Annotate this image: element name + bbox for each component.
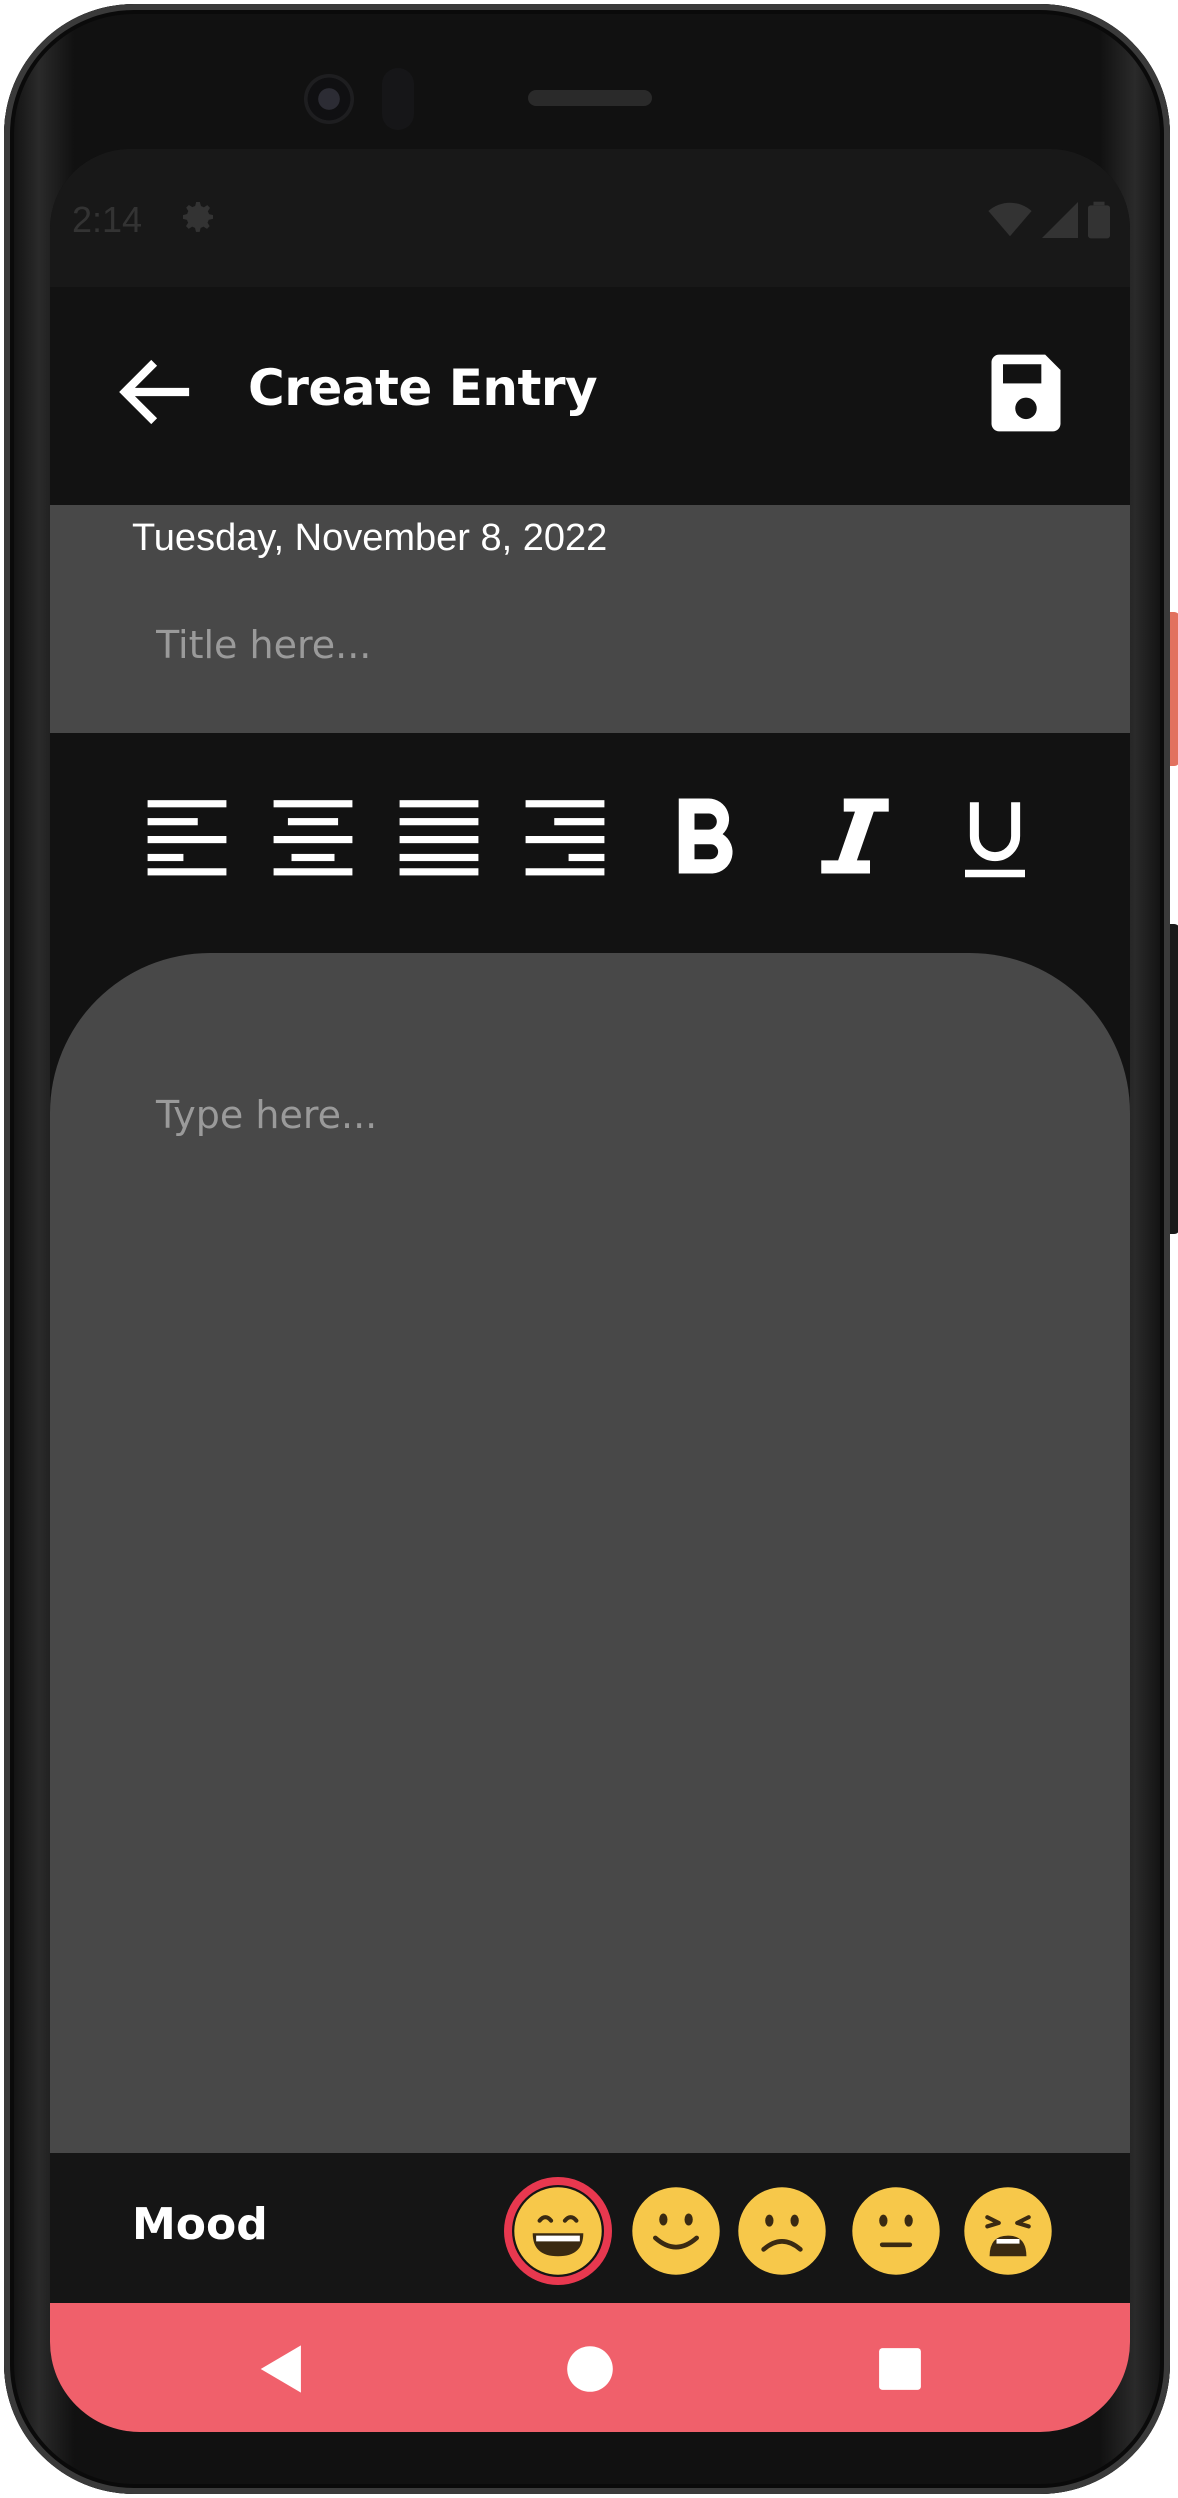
status-time: 2:14 [72,199,143,240]
status-icons [988,201,1110,239]
weary-face-icon [964,2187,1052,2275]
wifi-icon [988,202,1032,237]
back-triangle-icon [260,2345,301,2393]
nav-home-button[interactable] [558,2337,622,2401]
underline-button[interactable] [950,781,1040,891]
nav-back-button[interactable] [250,2337,314,2401]
underline-icon [965,802,1025,878]
nav-recents-button[interactable] [868,2337,932,2401]
settings-icon [178,197,218,237]
align-right-icon [525,800,605,876]
frowning-face-icon [738,2187,826,2275]
mood-smiling[interactable] [630,2185,722,2277]
align-justify-button[interactable] [394,781,484,891]
italic-button[interactable] [810,781,900,891]
status-bar: 2:14 [50,149,1130,287]
arrow-left-icon [119,359,190,425]
earpiece-speaker [528,90,652,106]
bold-button[interactable] [660,781,750,891]
neutral-face-icon [852,2187,940,2275]
body-input[interactable] [132,1093,1100,2073]
top-app-bar: Create Entry [50,287,1130,505]
align-right-button[interactable] [520,781,610,891]
phone-frame: 2:14 Create Entry Tuesday, November 8, 2… [4,4,1178,2494]
mood-neutral[interactable] [850,2185,942,2277]
system-nav-bar [50,2303,1130,2432]
align-left-icon [147,800,227,876]
grinning-face-icon [514,2187,602,2275]
align-left-button[interactable] [142,781,232,891]
mood-label: Mood [132,2199,268,2250]
align-center-icon [273,800,353,876]
entry-date: Tuesday, November 8, 2022 [132,517,608,559]
format-toolbar [50,733,1130,953]
align-center-button[interactable] [268,781,358,891]
italic-icon [821,798,889,874]
mood-grinning[interactable] [512,2185,604,2277]
mood-frowning[interactable] [736,2185,828,2277]
entry-header-panel: Tuesday, November 8, 2022 [50,505,1130,733]
back-button[interactable] [110,347,200,437]
home-circle-icon [567,2346,613,2392]
mood-weary[interactable] [962,2185,1054,2277]
front-camera [304,74,354,124]
smiling-face-icon [632,2187,720,2275]
entry-body-panel [50,953,1130,2153]
power-button [1170,612,1178,766]
title-input[interactable] [132,605,1080,685]
recents-square-icon [879,2348,921,2390]
volume-button [1170,924,1178,1234]
face-sensor [382,68,414,130]
save-button[interactable] [980,347,1072,439]
page-title: Create Entry [248,359,598,417]
signal-icon [1042,202,1078,238]
battery-icon [1088,201,1110,239]
screen: 2:14 Create Entry Tuesday, November 8, 2… [50,149,1130,2432]
bold-icon [678,798,733,874]
floppy-disk-icon [991,354,1061,432]
align-justify-icon [399,800,479,876]
mood-bar: Mood [50,2153,1130,2303]
